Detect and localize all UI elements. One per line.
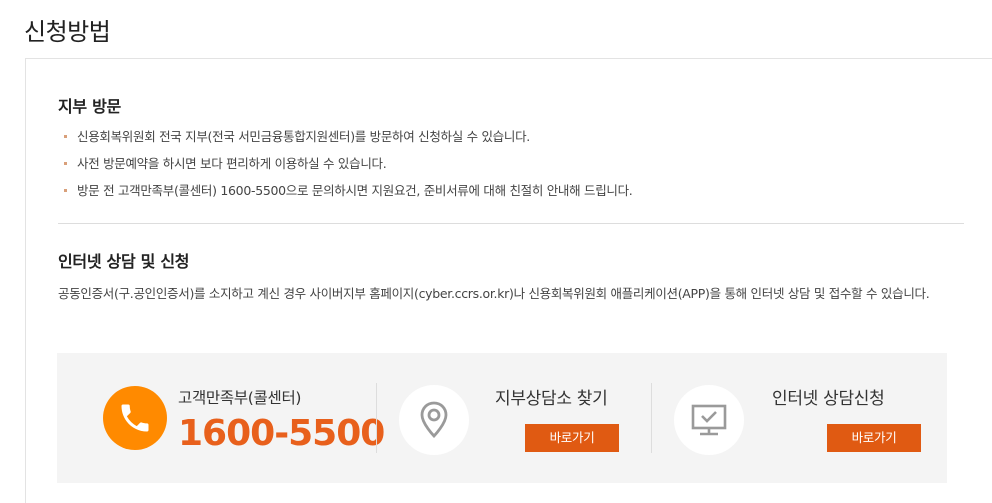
list-item: 신용회복위원회 전국 지부(전국 서민금융통합지원센터)를 방문하여 신청하실 … xyxy=(60,129,632,156)
content-panel: 지부 방문 신용회복위원회 전국 지부(전국 서민금융통합지원센터)를 방문하여… xyxy=(25,58,992,503)
visit-section-title: 지부 방문 xyxy=(58,97,121,116)
section-divider xyxy=(58,223,964,224)
list-item: 사전 방문예약을 하시면 보다 편리하게 이용하실 수 있습니다. xyxy=(60,156,632,183)
online-apply-go-button[interactable]: 바로가기 xyxy=(827,424,921,452)
online-description: 공동인증서(구.공인인증서)를 소지하고 계신 경우 사이버지부 홈페이지(cy… xyxy=(58,286,930,301)
online-apply-block: 인터넷 상담신청 바로가기 xyxy=(653,353,947,483)
list-item: 방문 전 고객만족부(콜센터) 1600-5500으로 문의하시면 지원요건, … xyxy=(60,183,633,210)
call-center-block: 고객만족부(콜센터) 1600-5500 xyxy=(57,353,385,483)
list-item-text: 방문 전 고객만족부(콜센터) 1600-5500으로 문의하시면 지원요건, … xyxy=(77,183,633,198)
branch-finder-block: 지부상담소 찾기 바로가기 xyxy=(377,353,651,483)
bullet-icon xyxy=(64,135,67,138)
online-section-title: 인터넷 상담 및 신청 xyxy=(58,252,190,271)
column-divider xyxy=(651,383,652,453)
location-pin-icon xyxy=(399,385,469,455)
bullet-icon xyxy=(64,189,67,192)
call-center-label: 고객만족부(콜센터) xyxy=(178,389,302,407)
phone-icon xyxy=(103,386,167,450)
bullet-icon xyxy=(64,162,67,165)
visit-info-list: 신용회복위원회 전국 지부(전국 서민금융통합지원센터)를 방문하여 신청하실 … xyxy=(60,129,633,210)
contact-info-box: 고객만족부(콜센터) 1600-5500 지부상담소 찾기 바로가기 인터넷 상… xyxy=(57,353,947,483)
list-item-text: 사전 방문예약을 하시면 보다 편리하게 이용하실 수 있습니다. xyxy=(77,156,387,171)
online-apply-title: 인터넷 상담신청 xyxy=(772,389,885,409)
call-center-number: 1600-5500 xyxy=(178,413,385,454)
monitor-check-icon xyxy=(674,385,744,455)
page-title: 신청방법 xyxy=(24,18,111,46)
branch-finder-title: 지부상담소 찾기 xyxy=(495,389,608,409)
branch-finder-go-button[interactable]: 바로가기 xyxy=(525,424,619,452)
list-item-text: 신용회복위원회 전국 지부(전국 서민금융통합지원센터)를 방문하여 신청하실 … xyxy=(77,129,530,144)
